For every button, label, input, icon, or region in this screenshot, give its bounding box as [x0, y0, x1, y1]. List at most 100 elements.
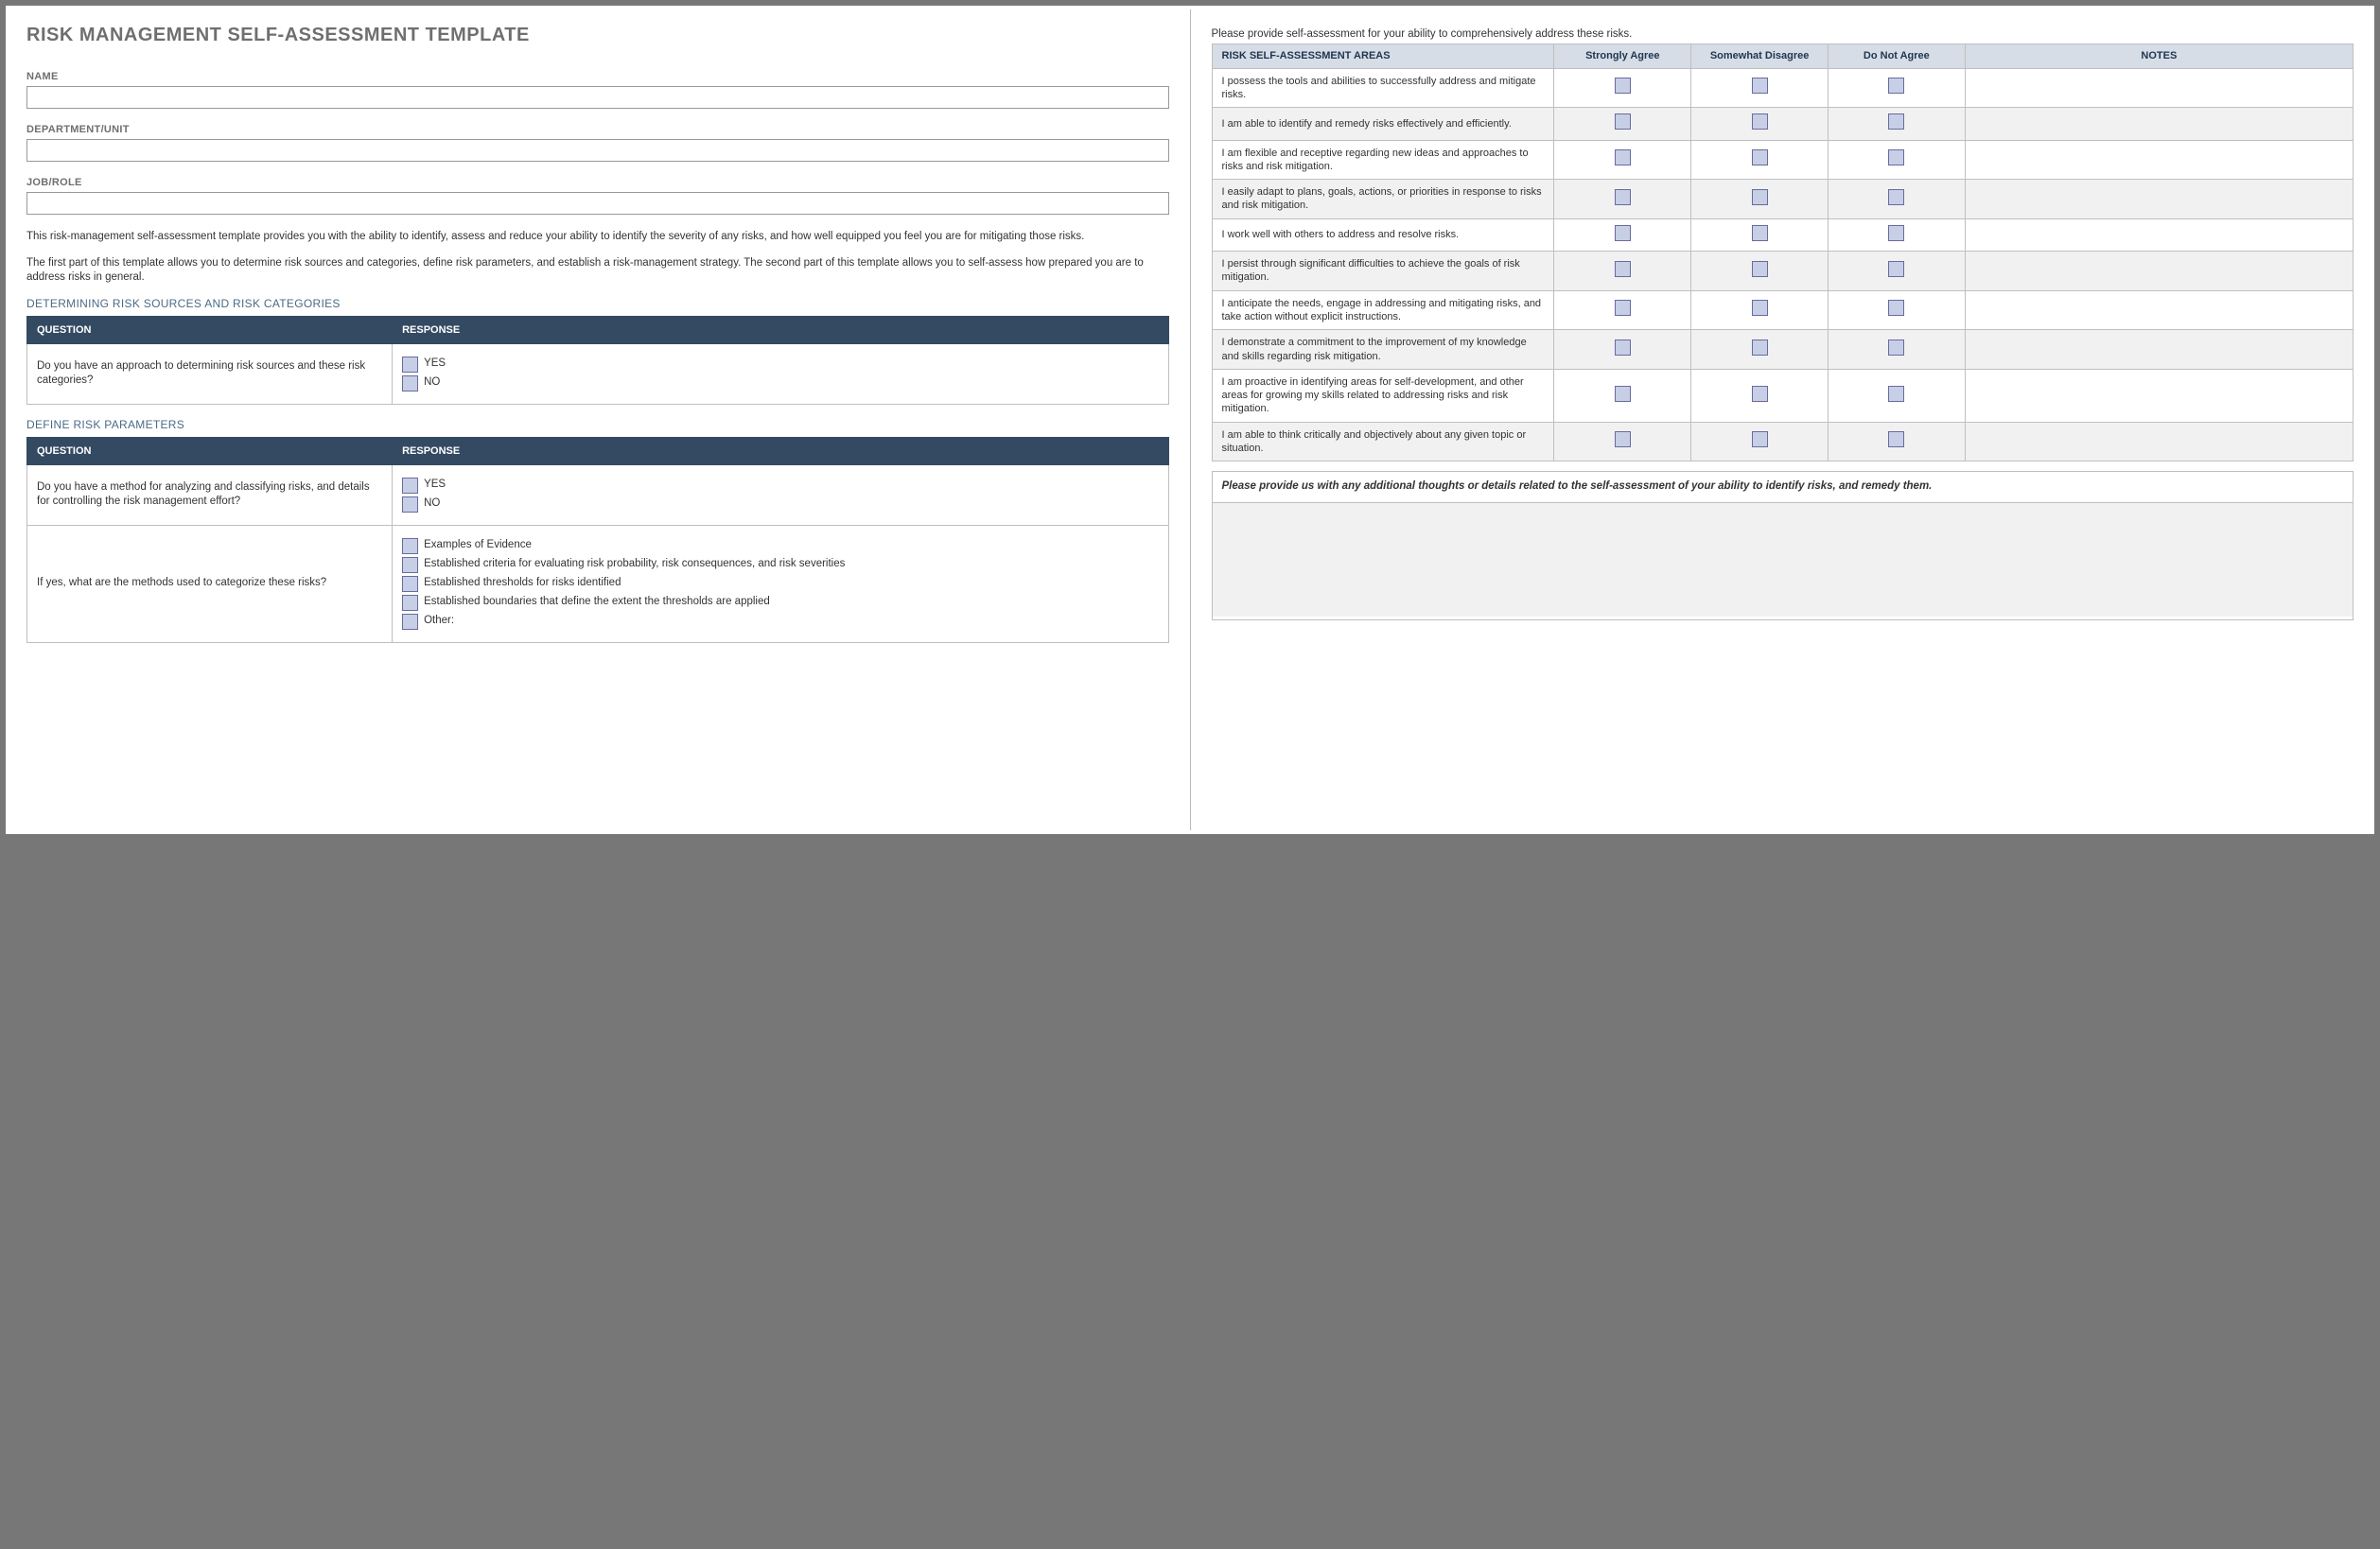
assessment-area-cell: I possess the tools and abilities to suc…: [1212, 68, 1554, 108]
rating-cell: [1691, 290, 1829, 330]
checkbox-strongly-agree[interactable]: [1615, 431, 1631, 447]
notes-cell[interactable]: [1965, 330, 2353, 370]
notes-cell[interactable]: [1965, 68, 2353, 108]
option-boundaries: Established boundaries that define the e…: [402, 595, 1158, 611]
intro-paragraph-2: The first part of this template allows y…: [26, 256, 1169, 286]
checkbox-strongly-agree[interactable]: [1615, 225, 1631, 241]
table-row: I persist through significant difficulti…: [1212, 252, 2354, 291]
option-evidence: Examples of Evidence: [402, 538, 1158, 554]
rating-cell: [1828, 140, 1965, 180]
checkbox-do-not-agree[interactable]: [1888, 431, 1904, 447]
page-title: RISK MANAGEMENT SELF-ASSESSMENT TEMPLATE: [26, 25, 1169, 46]
job-field[interactable]: [26, 192, 1169, 215]
risk-parameters-table: QUESTION RESPONSE Do you have a method f…: [26, 437, 1169, 643]
notes-cell[interactable]: [1965, 252, 2353, 291]
notes-cell[interactable]: [1965, 369, 2353, 422]
rating-cell: [1554, 218, 1691, 251]
rating-cell: [1554, 330, 1691, 370]
rating-cell: [1554, 108, 1691, 140]
checkbox-strongly-agree[interactable]: [1615, 386, 1631, 402]
table-row: I am proactive in identifying areas for …: [1212, 369, 2354, 422]
additional-thoughts-field[interactable]: [1213, 503, 2354, 617]
option-other: Other:: [402, 614, 1158, 630]
rating-cell: [1828, 252, 1965, 291]
table-row: I possess the tools and abilities to suc…: [1212, 68, 2354, 108]
checkbox-boundaries[interactable]: [402, 595, 418, 611]
name-field[interactable]: [26, 86, 1169, 109]
option-thresholds: Established thresholds for risks identif…: [402, 576, 1158, 592]
question-cell: If yes, what are the methods used to cat…: [27, 525, 393, 642]
rating-cell: [1691, 369, 1829, 422]
checkbox-criteria[interactable]: [402, 557, 418, 573]
col-somewhat-disagree: Somewhat Disagree: [1691, 44, 1829, 69]
rating-cell: [1691, 252, 1829, 291]
checkbox-strongly-agree[interactable]: [1615, 300, 1631, 316]
rating-cell: [1691, 108, 1829, 140]
intro-text: This risk-management self-assessment tem…: [26, 230, 1169, 286]
assessment-instruction: Please provide self-assessment for your …: [1212, 28, 2354, 40]
rating-cell: [1554, 180, 1691, 219]
checkbox-strongly-agree[interactable]: [1615, 78, 1631, 94]
col-question: QUESTION: [27, 316, 393, 343]
checkbox-somewhat-disagree[interactable]: [1752, 386, 1768, 402]
response-cell: YES NO: [393, 464, 1168, 525]
checkbox-do-not-agree[interactable]: [1888, 78, 1904, 94]
checkbox-somewhat-disagree[interactable]: [1752, 113, 1768, 130]
checkbox-do-not-agree[interactable]: [1888, 339, 1904, 356]
checkbox-somewhat-disagree[interactable]: [1752, 78, 1768, 94]
additional-thoughts-section: Please provide us with any additional th…: [1212, 471, 2354, 620]
checkbox-strongly-agree[interactable]: [1615, 149, 1631, 165]
notes-cell[interactable]: [1965, 218, 2353, 251]
checkbox-do-not-agree[interactable]: [1888, 261, 1904, 277]
checkbox-somewhat-disagree[interactable]: [1752, 225, 1768, 241]
col-strongly-agree: Strongly Agree: [1554, 44, 1691, 69]
assessment-area-cell: I am proactive in identifying areas for …: [1212, 369, 1554, 422]
checkbox-do-not-agree[interactable]: [1888, 113, 1904, 130]
notes-cell[interactable]: [1965, 180, 2353, 219]
col-question: QUESTION: [27, 437, 393, 464]
checkbox-somewhat-disagree[interactable]: [1752, 261, 1768, 277]
rating-cell: [1828, 180, 1965, 219]
checkbox-yes[interactable]: [402, 478, 418, 494]
rating-cell: [1691, 68, 1829, 108]
table-row: I work well with others to address and r…: [1212, 218, 2354, 251]
checkbox-do-not-agree[interactable]: [1888, 149, 1904, 165]
dept-field[interactable]: [26, 139, 1169, 162]
checkbox-do-not-agree[interactable]: [1888, 225, 1904, 241]
col-response: RESPONSE: [393, 437, 1168, 464]
left-column: RISK MANAGEMENT SELF-ASSESSMENT TEMPLATE…: [6, 6, 1190, 834]
notes-cell[interactable]: [1965, 108, 2353, 140]
checkbox-do-not-agree[interactable]: [1888, 300, 1904, 316]
checkbox-somewhat-disagree[interactable]: [1752, 189, 1768, 205]
notes-cell[interactable]: [1965, 140, 2353, 180]
section-heading-sources: DETERMINING RISK SOURCES AND RISK CATEGO…: [26, 297, 1169, 310]
checkbox-yes[interactable]: [402, 357, 418, 373]
name-label: NAME: [26, 71, 1169, 82]
notes-cell[interactable]: [1965, 422, 2353, 461]
checkbox-strongly-agree[interactable]: [1615, 189, 1631, 205]
assessment-area-cell: I anticipate the needs, engage in addres…: [1212, 290, 1554, 330]
checkbox-do-not-agree[interactable]: [1888, 189, 1904, 205]
checkbox-strongly-agree[interactable]: [1615, 339, 1631, 356]
notes-cell[interactable]: [1965, 290, 2353, 330]
checkbox-no[interactable]: [402, 375, 418, 392]
col-notes: NOTES: [1965, 44, 2353, 69]
rating-cell: [1554, 252, 1691, 291]
checkbox-somewhat-disagree[interactable]: [1752, 149, 1768, 165]
rating-cell: [1554, 369, 1691, 422]
checkbox-somewhat-disagree[interactable]: [1752, 431, 1768, 447]
rating-cell: [1828, 108, 1965, 140]
checkbox-evidence[interactable]: [402, 538, 418, 554]
table-row: Do you have an approach to determining r…: [27, 343, 1169, 404]
checkbox-do-not-agree[interactable]: [1888, 386, 1904, 402]
checkbox-thresholds[interactable]: [402, 576, 418, 592]
rating-cell: [1554, 68, 1691, 108]
checkbox-somewhat-disagree[interactable]: [1752, 339, 1768, 356]
dept-label: DEPARTMENT/UNIT: [26, 124, 1169, 135]
checkbox-other[interactable]: [402, 614, 418, 630]
checkbox-no[interactable]: [402, 496, 418, 513]
assessment-area-cell: I am able to think critically and object…: [1212, 422, 1554, 461]
checkbox-strongly-agree[interactable]: [1615, 113, 1631, 130]
checkbox-strongly-agree[interactable]: [1615, 261, 1631, 277]
checkbox-somewhat-disagree[interactable]: [1752, 300, 1768, 316]
